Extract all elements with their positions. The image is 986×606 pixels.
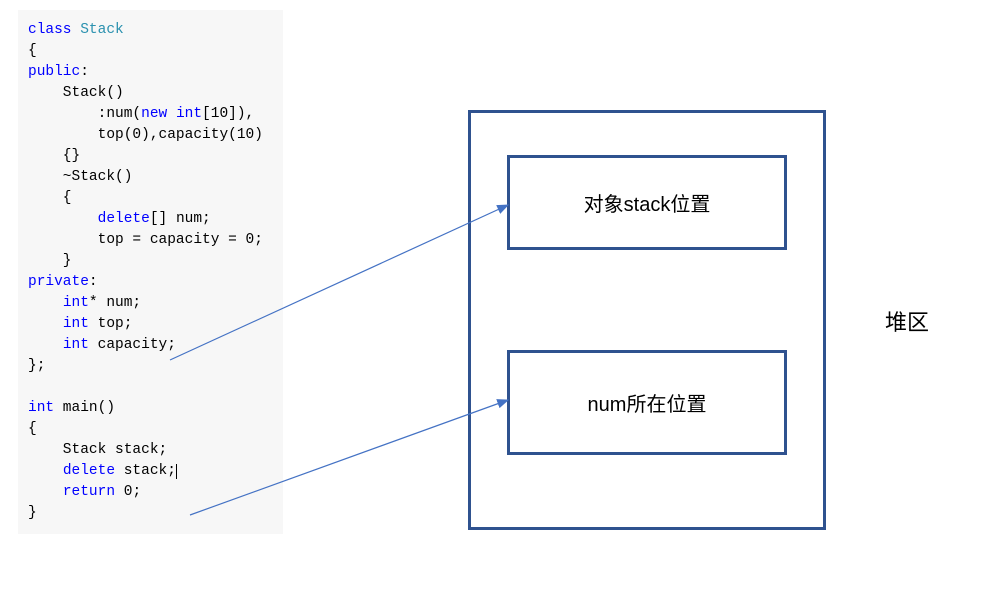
kw-int: int <box>176 106 202 122</box>
code-text <box>28 211 98 227</box>
code-line: } <box>28 253 72 269</box>
code-line: }; <box>28 358 45 374</box>
code-num: 10 <box>211 106 228 122</box>
kw-private: private <box>28 274 89 290</box>
code-text <box>167 106 176 122</box>
code-num: 10 <box>237 127 254 143</box>
kw-int: int <box>63 295 89 311</box>
code-text: ]), <box>228 106 254 122</box>
kw-int: int <box>28 400 54 416</box>
code-text: stack; <box>115 463 176 479</box>
code-text: top( <box>28 127 132 143</box>
kw-public: public <box>28 64 80 80</box>
code-line: Stack() <box>28 85 124 101</box>
code-line: } <box>28 505 37 521</box>
kw-int: int <box>63 337 89 353</box>
code-line: { <box>28 421 37 437</box>
code-text: : <box>89 274 98 290</box>
code-text: * num; <box>89 295 141 311</box>
code-line: Stack stack; <box>28 442 167 458</box>
code-text <box>28 337 63 353</box>
stack-object-label: 对象stack位置 <box>584 188 711 217</box>
code-text: ; <box>254 232 263 248</box>
code-text <box>28 484 63 500</box>
code-text: [] num; <box>150 211 211 227</box>
code-text: capacity; <box>89 337 176 353</box>
code-num: 0 <box>132 127 141 143</box>
kw-new: new <box>141 106 167 122</box>
code-line: { <box>28 43 37 59</box>
code-text: [ <box>202 106 211 122</box>
code-text: ) <box>254 127 263 143</box>
code-text: top = capacity = <box>28 232 246 248</box>
kw-class: class <box>28 22 72 38</box>
kw-delete: delete <box>63 463 115 479</box>
num-location-box: num所在位置 <box>507 350 787 455</box>
code-num: 0 <box>246 232 255 248</box>
code-text <box>28 295 63 311</box>
code-text: : <box>80 64 89 80</box>
code-text: top; <box>89 316 133 332</box>
code-text <box>115 484 124 500</box>
code-line: {} <box>28 148 80 164</box>
num-location-label: num所在位置 <box>588 388 707 417</box>
heap-region-label: 堆区 <box>885 305 929 337</box>
code-line: { <box>28 190 72 206</box>
stack-object-box: 对象stack位置 <box>507 155 787 250</box>
code-text <box>28 463 63 479</box>
code-text: main() <box>54 400 115 416</box>
code-text: ; <box>132 484 141 500</box>
kw-return: return <box>63 484 115 500</box>
code-panel: class Stack { public: Stack() :num(new i… <box>18 10 283 534</box>
type-stack: Stack <box>72 22 124 38</box>
code-line: ~Stack() <box>28 169 132 185</box>
code-block: class Stack { public: Stack() :num(new i… <box>28 20 273 524</box>
kw-int: int <box>63 316 89 332</box>
code-text: :num( <box>28 106 141 122</box>
text-cursor <box>176 464 177 479</box>
kw-delete: delete <box>98 211 150 227</box>
code-text <box>28 316 63 332</box>
code-text: ),capacity( <box>141 127 237 143</box>
